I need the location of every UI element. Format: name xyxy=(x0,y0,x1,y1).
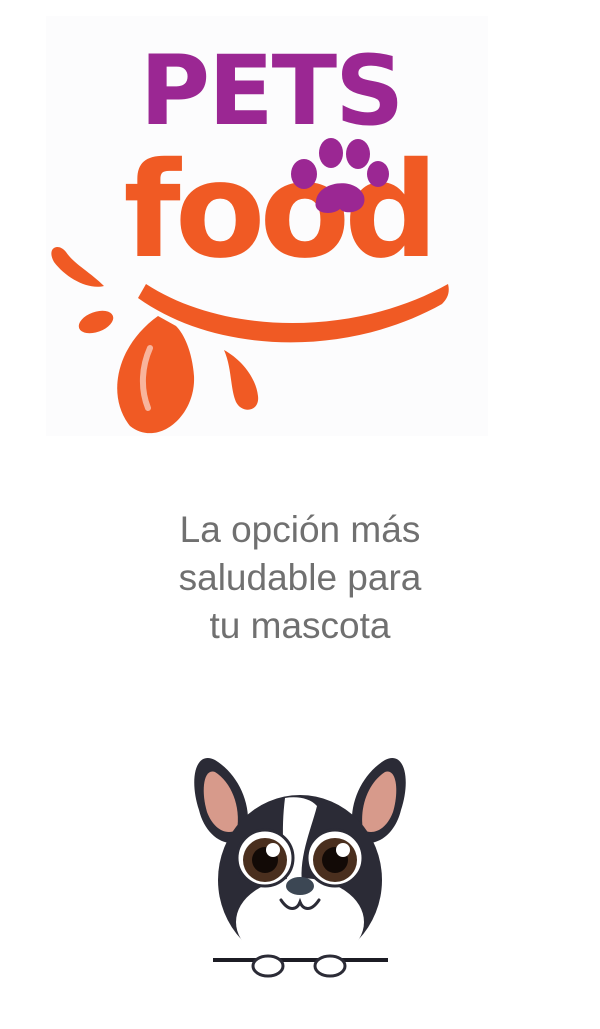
dog-ledge xyxy=(213,958,388,962)
splash-drop-left xyxy=(51,247,104,287)
splash-screen: PETS food La opción más saludable para t… xyxy=(0,0,600,1029)
tongue-shape xyxy=(117,316,195,434)
splash-drop-right xyxy=(224,350,259,410)
tagline-line-2: saludable para xyxy=(178,557,422,598)
logo-word-pets: PETS xyxy=(140,35,403,147)
tagline-line-1: La opción más xyxy=(179,509,421,550)
logo-graphic: PETS food xyxy=(51,35,449,434)
pets-food-logo: PETS food xyxy=(46,16,488,436)
smile-mouth xyxy=(138,284,449,343)
tagline: La opción más saludable para tu mascota xyxy=(0,506,600,650)
cartoon-dog-icon xyxy=(194,758,406,978)
tagline-line-3: tu mascota xyxy=(209,605,391,646)
splash-drop-small xyxy=(78,310,114,334)
dog-nose xyxy=(286,877,314,895)
logo-word-food: food xyxy=(123,134,432,288)
